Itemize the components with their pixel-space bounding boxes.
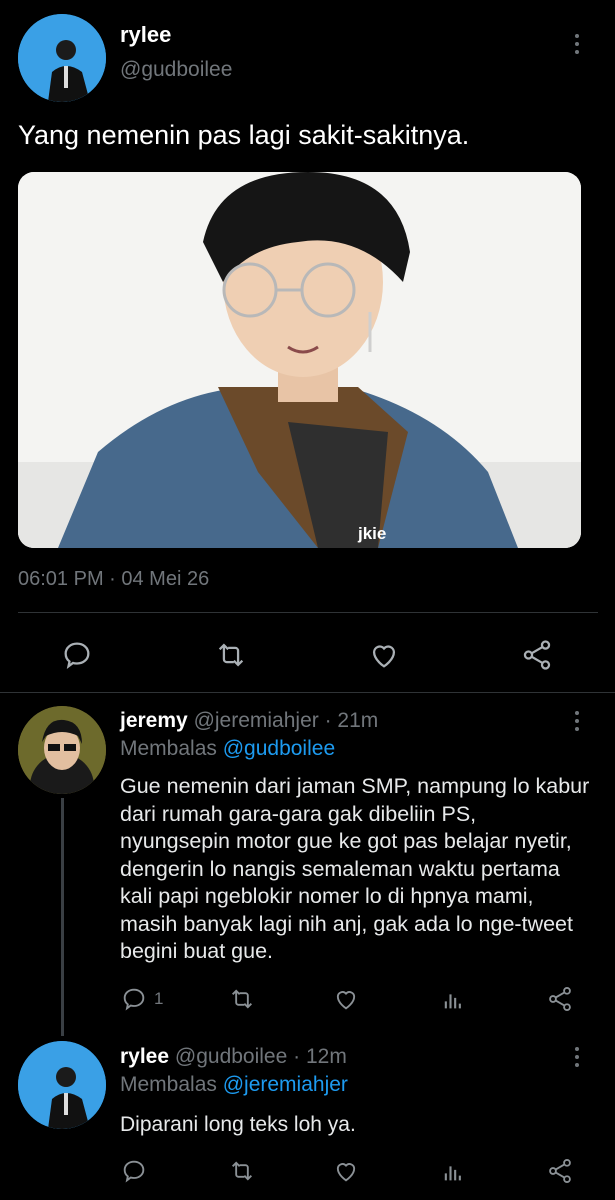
more-icon[interactable]	[575, 34, 579, 58]
share-icon[interactable]	[546, 985, 574, 1013]
reply1-display-name[interactable]: jeremy	[120, 709, 188, 732]
reply-button[interactable]: 1	[120, 985, 163, 1013]
share-icon[interactable]	[546, 1157, 574, 1185]
replying-prefix: Membalas	[120, 737, 217, 760]
main-display-name[interactable]: rylee	[120, 22, 171, 48]
replying-prefix: Membalas	[120, 1073, 217, 1096]
reply1-text: Gue nemenin dari jaman SMP, nampung lo k…	[120, 774, 590, 963]
reply2-header: rylee @gudboilee · 12m	[120, 1045, 347, 1069]
retweet-icon[interactable]	[228, 985, 256, 1013]
tweet-text: Yang nemenin pas lagi sakit-sakitnya.	[18, 120, 470, 150]
analytics-icon[interactable]	[440, 1157, 468, 1185]
like-icon[interactable]	[332, 1157, 360, 1185]
analytics-icon[interactable]	[440, 985, 468, 1013]
avatar-image	[18, 706, 106, 794]
photo-image	[18, 172, 581, 548]
more-icon[interactable]	[575, 711, 579, 735]
reply1-handle[interactable]: @jeremiahjer	[194, 709, 319, 732]
avatar-image	[18, 14, 106, 102]
retweet-icon[interactable]	[228, 1157, 256, 1185]
tweet-photo[interactable]: jkie	[18, 172, 581, 548]
like-icon[interactable]	[367, 638, 401, 672]
reply2-text: Diparani long teks loh ya.	[120, 1113, 356, 1136]
photo-watermark: jkie	[358, 524, 387, 543]
replying-to-link[interactable]: @gudboilee	[223, 737, 335, 760]
reply-count: 1	[154, 989, 164, 1008]
retweet-icon[interactable]	[214, 638, 248, 672]
avatar-rylee[interactable]	[18, 1041, 106, 1129]
reply-icon[interactable]	[120, 1157, 148, 1185]
reply2-replying-to: Membalas @jeremiahjer	[120, 1073, 348, 1097]
reply1-header: jeremy @jeremiahjer · 21m	[120, 709, 378, 733]
replying-to-link[interactable]: @jeremiahjer	[223, 1073, 348, 1096]
reply2-handle[interactable]: @gudboilee	[175, 1045, 287, 1068]
main-handle[interactable]: @gudboilee	[120, 58, 232, 82]
divider	[0, 692, 615, 693]
like-icon[interactable]	[332, 985, 360, 1013]
reply-icon[interactable]	[60, 638, 94, 672]
tweet-timestamp[interactable]: 06:01 PM · 04 Mei 26	[18, 568, 209, 591]
reply1-replying-to: Membalas @gudboilee	[120, 737, 335, 761]
avatar-rylee[interactable]	[18, 14, 106, 102]
thread-line	[61, 798, 64, 1036]
divider	[18, 612, 598, 613]
reply2-display-name[interactable]: rylee	[120, 1045, 169, 1068]
avatar-image	[18, 1041, 106, 1129]
share-icon[interactable]	[520, 638, 554, 672]
reply2-time[interactable]: · 12m	[293, 1045, 347, 1068]
reply-icon	[120, 985, 148, 1013]
avatar-jeremy[interactable]	[18, 706, 106, 794]
reply1-time[interactable]: · 21m	[325, 709, 379, 732]
more-icon[interactable]	[575, 1047, 579, 1071]
